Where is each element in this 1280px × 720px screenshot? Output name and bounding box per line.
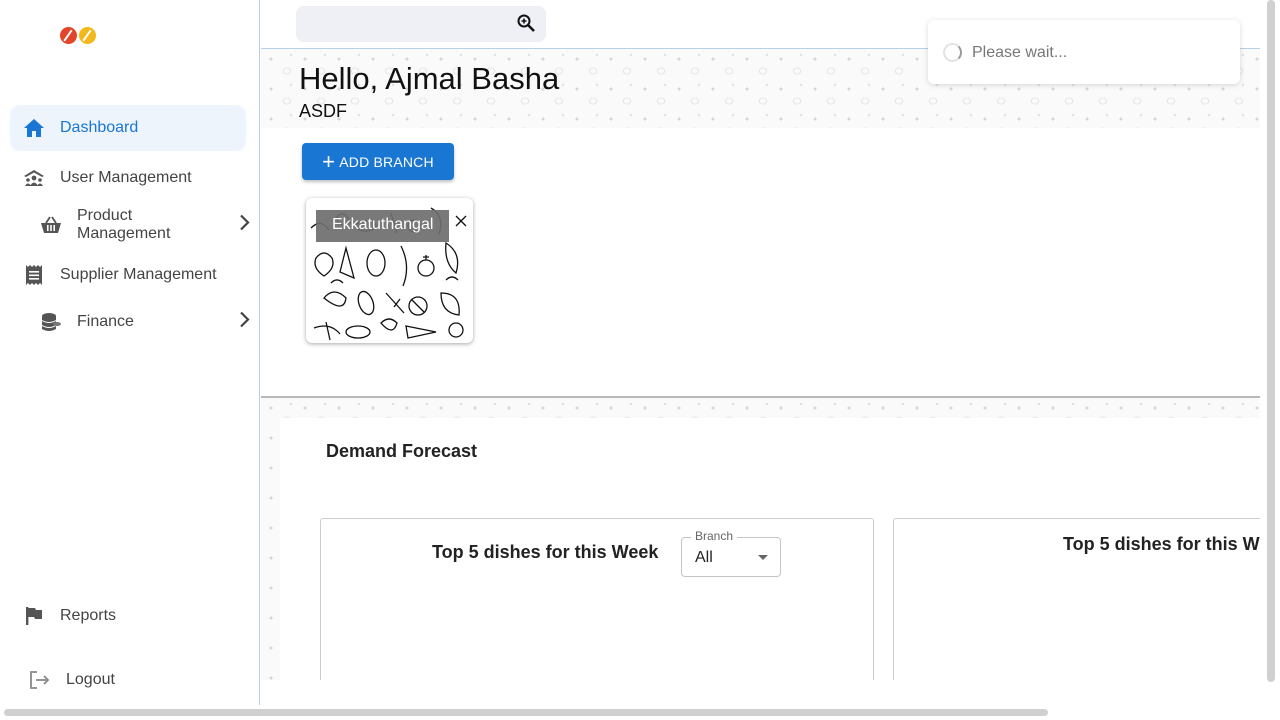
branch-select[interactable]: Branch All (681, 529, 781, 577)
spinner-icon (943, 43, 962, 62)
add-branch-label: ADD BRANCH (339, 153, 434, 170)
sidebar-item-label: Logout (66, 671, 115, 688)
coins-icon (39, 310, 63, 334)
sidebar-item-label: User Management (60, 169, 192, 186)
sidebar-item-product-management[interactable]: Product Management (10, 207, 250, 243)
organization-name: ASDF (299, 101, 348, 121)
branch-select-value: All (695, 549, 713, 566)
sidebar-item-supplier-management[interactable]: Supplier Management (10, 262, 246, 288)
sidebar-item-label: Finance (77, 313, 134, 330)
sidebar-item-label: Reports (60, 607, 117, 624)
chevron-down-icon (758, 555, 768, 560)
sidebar-item-label: Dashboard (60, 119, 139, 136)
sidebar-item-finance[interactable]: Finance (10, 309, 250, 335)
search-input[interactable] (296, 6, 546, 42)
app-logo[interactable] (60, 27, 98, 44)
sidebar-item-dashboard[interactable]: Dashboard (10, 105, 246, 151)
search-icon[interactable] (516, 13, 536, 38)
sidebar-item-user-management[interactable]: User Management (10, 165, 246, 191)
top-dishes-card: Top 5 dishes for this Week Branch All (320, 518, 874, 680)
users-icon (22, 166, 46, 190)
branch-name: Ekkatuthangal (316, 210, 450, 242)
chevron-right-icon[interactable] (238, 214, 252, 237)
logo-yellow-dot (79, 27, 96, 44)
flag-icon (22, 604, 46, 628)
toast-message: Please wait... (972, 44, 1068, 61)
sidebar-item-logout[interactable]: Logout (10, 667, 246, 693)
add-branch-button[interactable]: + ADD BRANCH (302, 143, 454, 180)
card-title: Top 5 dishes for this Week (432, 542, 659, 562)
chevron-right-icon[interactable] (238, 311, 252, 334)
sidebar-item-label: Supplier Management (60, 266, 217, 283)
forecast-title: Demand Forecast (326, 441, 478, 461)
top-dishes-card-2: Top 5 dishes for this W (893, 518, 1260, 680)
logo-red-dot (60, 27, 77, 44)
branch-card[interactable]: Ekkatuthangal (306, 198, 473, 343)
greeting-title: Hello, Ajmal Basha (299, 61, 560, 96)
horizontal-scrollbar[interactable] (4, 709, 1048, 716)
home-icon (22, 116, 46, 140)
basket-icon (39, 213, 63, 237)
vertical-scrollbar[interactable] (1267, 0, 1275, 682)
logout-icon (28, 668, 52, 692)
receipt-icon (22, 263, 46, 287)
loading-toast: Please wait... (928, 20, 1240, 84)
branch-select-label: Branch (691, 529, 738, 543)
demand-forecast-section: Demand Forecast Top 5 dishes for this We… (261, 398, 1260, 680)
card-title: Top 5 dishes for this W (1063, 534, 1260, 554)
sidebar-item-label: Product Management (77, 207, 171, 242)
sidebar-item-reports[interactable]: Reports (10, 603, 246, 629)
plus-icon: + (322, 148, 336, 174)
sidebar: Dashboard User Management Product Manage… (0, 0, 260, 705)
